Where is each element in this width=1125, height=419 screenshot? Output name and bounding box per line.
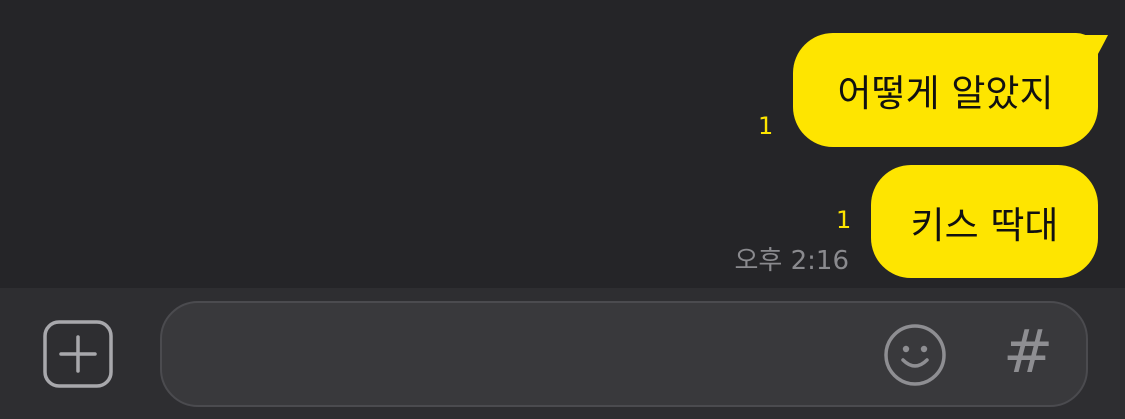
emoji-smile-icon: [884, 324, 946, 386]
chat-area: 어떻게 알았지 1 키스 딱대 1 오후 2:16: [0, 0, 1125, 288]
unread-count: 1: [758, 112, 774, 140]
plus-square-icon: [43, 320, 113, 388]
hashtag-button[interactable]: #: [1003, 316, 1053, 388]
hash-icon: #: [1003, 317, 1054, 387]
message-text: 어떻게 알았지: [837, 72, 1054, 115]
input-bar: #: [0, 288, 1125, 419]
message-text: 키스 딱대: [910, 203, 1059, 247]
bubble-tail: [1080, 35, 1108, 61]
emoji-button[interactable]: [882, 322, 948, 388]
message-input[interactable]: [160, 301, 1088, 407]
message-bubble[interactable]: 키스 딱대: [871, 165, 1098, 278]
unread-count: 1: [836, 206, 852, 234]
attach-button[interactable]: [43, 320, 113, 388]
message-bubble[interactable]: 어떻게 알았지: [793, 33, 1098, 147]
message-timestamp: 오후 2:16: [734, 246, 850, 276]
